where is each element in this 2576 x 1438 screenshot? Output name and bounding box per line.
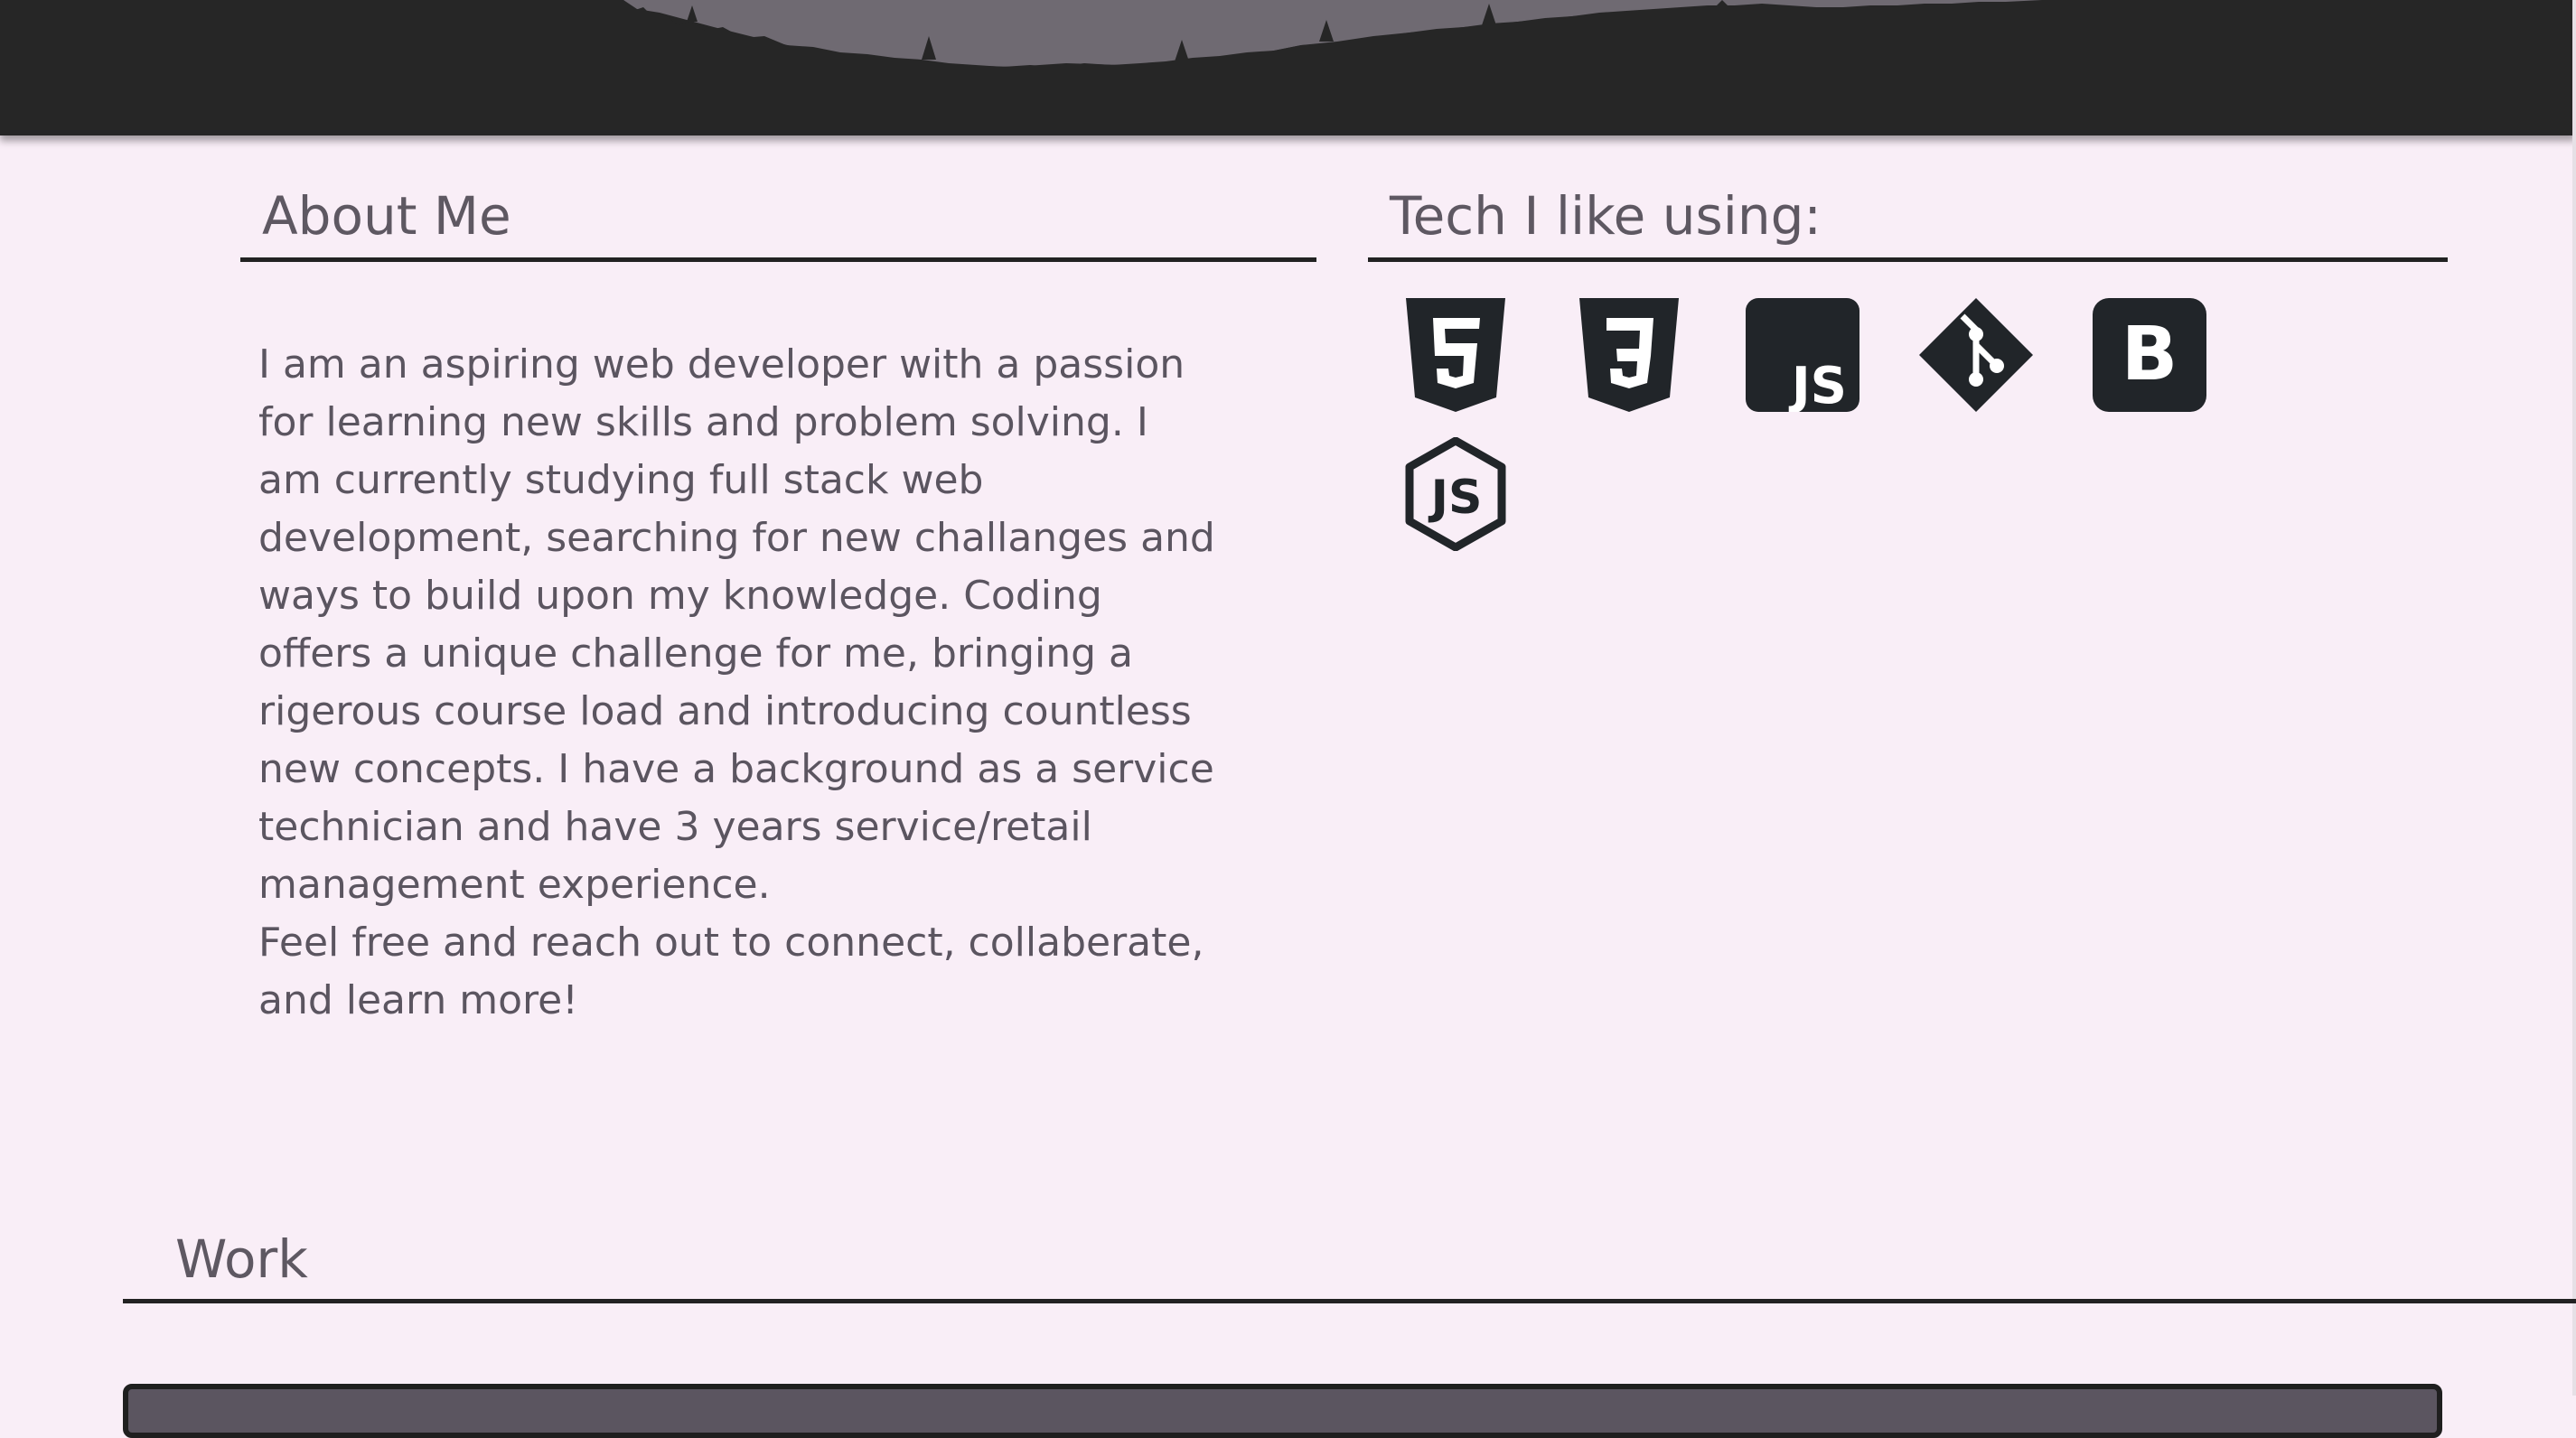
- tech-title: Tech I like using:: [1390, 185, 1822, 247]
- scrollbar-track[interactable]: [2572, 0, 2576, 1396]
- html5-icon: [1399, 298, 1513, 412]
- bootstrap-icon: B: [2093, 298, 2206, 412]
- svg-text:JS: JS: [1429, 471, 1483, 525]
- work-title: Work: [175, 1228, 308, 1290]
- about-divider: [240, 257, 1316, 262]
- header-banner: [0, 0, 2576, 135]
- about-text: I am an aspiring web developer with a pa…: [258, 336, 1216, 1030]
- git-icon: [1919, 298, 2033, 412]
- about-paragraph: I am an aspiring web developer with a pa…: [258, 341, 1215, 908]
- svg-text:B: B: [2122, 312, 2178, 397]
- tech-icon-list: JS B JS: [1399, 298, 2266, 551]
- nodejs-icon: JS: [1399, 437, 1513, 551]
- landscape-banner-image: [0, 0, 2576, 135]
- css3-icon: [1572, 298, 1686, 412]
- javascript-icon: JS: [1746, 298, 1859, 412]
- about-cta: Feel free and reach out to connect, coll…: [258, 920, 1204, 1023]
- svg-text:JS: JS: [1788, 357, 1847, 412]
- about-title: About Me: [262, 185, 511, 247]
- work-divider: [123, 1299, 2576, 1303]
- work-project-card[interactable]: [123, 1384, 2442, 1438]
- tech-divider: [1368, 257, 2448, 262]
